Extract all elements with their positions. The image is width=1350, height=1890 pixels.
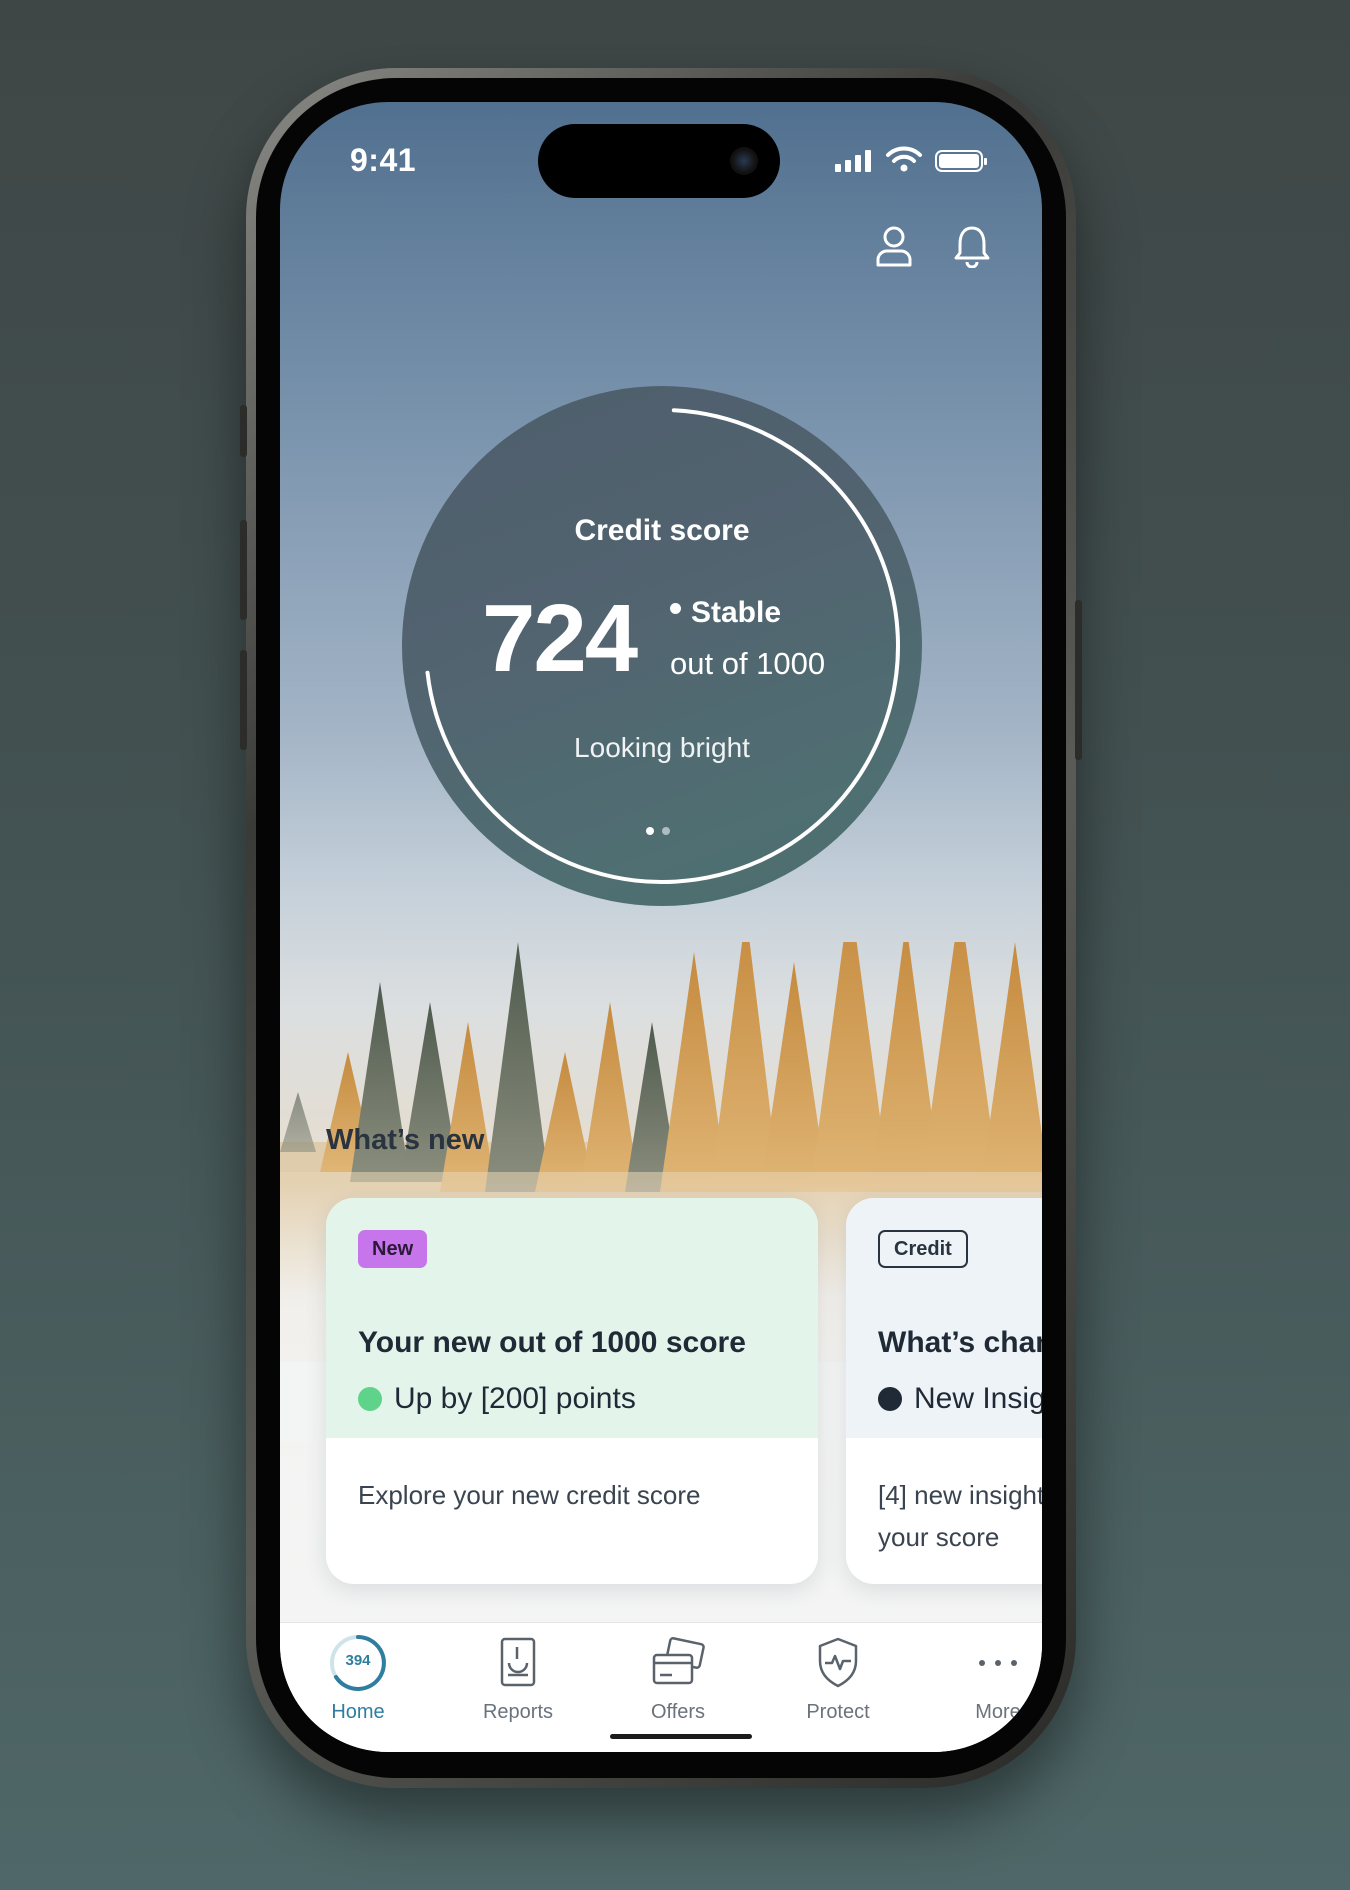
more-dots-icon: [968, 1633, 1028, 1693]
wifi-icon: [886, 146, 922, 172]
score-scale: out of 1000: [670, 646, 826, 681]
score-status-label: Stable: [691, 596, 782, 629]
pager-dot-active[interactable]: [646, 827, 654, 835]
status-bar: 9:41: [280, 102, 1042, 212]
shield-icon: [808, 1633, 868, 1693]
dynamic-island: [538, 124, 780, 198]
card-meta: New Insights: [878, 1382, 1042, 1416]
pager-dot[interactable]: [662, 827, 670, 835]
gauge-pager[interactable]: [646, 822, 678, 840]
tab-more[interactable]: More: [938, 1633, 1042, 1724]
card-description: [4] new insights to help you evaluate yo…: [878, 1480, 1042, 1552]
tab-offers[interactable]: Offers: [618, 1633, 738, 1724]
score-title: Credit score: [574, 514, 750, 547]
bottom-tab-bar: 394 Home Reports Offers Protect More: [280, 1622, 1042, 1752]
tab-label: Home: [331, 1701, 385, 1723]
card-meta-label: Up by [200] points: [394, 1382, 636, 1415]
power-button: [1075, 600, 1082, 760]
action-button: [240, 405, 247, 457]
card-meta: Up by [200] points: [358, 1382, 636, 1416]
home-indicator[interactable]: [610, 1734, 752, 1739]
whats-new-heading: What’s new: [326, 1124, 485, 1156]
score-status: Stable: [670, 596, 781, 630]
report-document-icon: [488, 1633, 548, 1693]
home-score-value: 394: [345, 1652, 371, 1669]
status-time: 9:41: [350, 142, 417, 178]
info-dot-icon: [878, 1387, 902, 1411]
tab-label: Offers: [650, 1701, 706, 1723]
tab-label: Protect: [806, 1701, 870, 1723]
tab-label: More: [975, 1701, 1021, 1723]
battery-icon: [935, 150, 987, 172]
news-card-whats-changed[interactable]: Credit What’s changed New Insights [4] n…: [846, 1198, 1042, 1584]
app-screen: 9:41 Credit score 724 Stable out of 1000…: [280, 102, 1042, 1752]
card-description: Explore your new credit score: [358, 1480, 701, 1510]
tab-home[interactable]: 394 Home: [298, 1633, 418, 1724]
card-title: Your new out of 1000 score: [358, 1326, 746, 1359]
profile-icon[interactable]: [874, 224, 914, 268]
new-badge: New: [358, 1230, 428, 1268]
cards-offers-icon: [648, 1633, 708, 1693]
volume-down-button: [240, 650, 247, 750]
tab-protect[interactable]: Protect: [778, 1633, 898, 1724]
camera-icon: [730, 147, 758, 175]
card-title: What’s changed: [878, 1326, 1042, 1359]
credit-badge: Credit: [878, 1230, 968, 1268]
card-meta-label: New Insights: [914, 1382, 1042, 1415]
score-value: 724: [482, 585, 638, 692]
bell-icon[interactable]: [952, 224, 992, 268]
status-dot-icon: [670, 603, 681, 614]
news-card-new-score[interactable]: New Your new out of 1000 score Up by [20…: [326, 1198, 818, 1584]
tab-label: Reports: [482, 1701, 554, 1723]
volume-up-button: [240, 520, 247, 620]
cellular-signal-icon: [835, 150, 871, 172]
tab-reports[interactable]: Reports: [458, 1633, 578, 1724]
score-message: Looking bright: [574, 732, 750, 763]
credit-score-gauge[interactable]: Credit score 724 Stable out of 1000 Look…: [402, 386, 922, 906]
positive-dot-icon: [358, 1387, 382, 1411]
score-ring-icon: 394: [328, 1633, 388, 1693]
